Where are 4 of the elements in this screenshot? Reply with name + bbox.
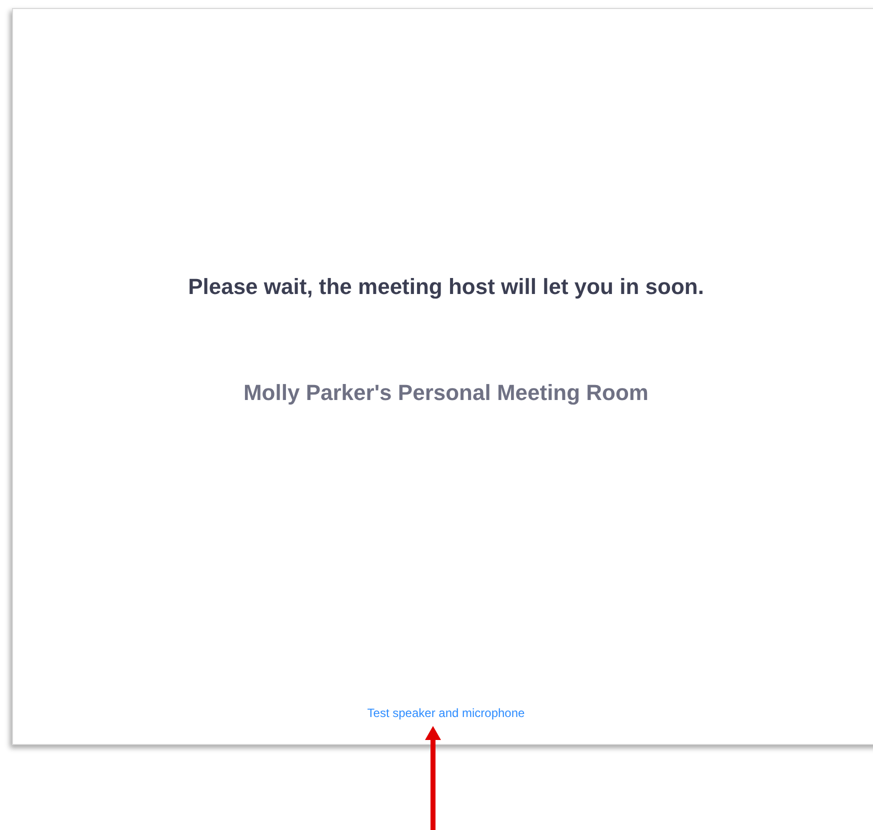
test-audio-link[interactable]: Test speaker and microphone bbox=[367, 705, 525, 721]
meeting-name: Molly Parker's Personal Meeting Room bbox=[243, 379, 648, 407]
pointer-arrow-icon bbox=[425, 726, 441, 830]
waiting-message: Please wait, the meeting host will let you in soon. bbox=[188, 273, 704, 301]
